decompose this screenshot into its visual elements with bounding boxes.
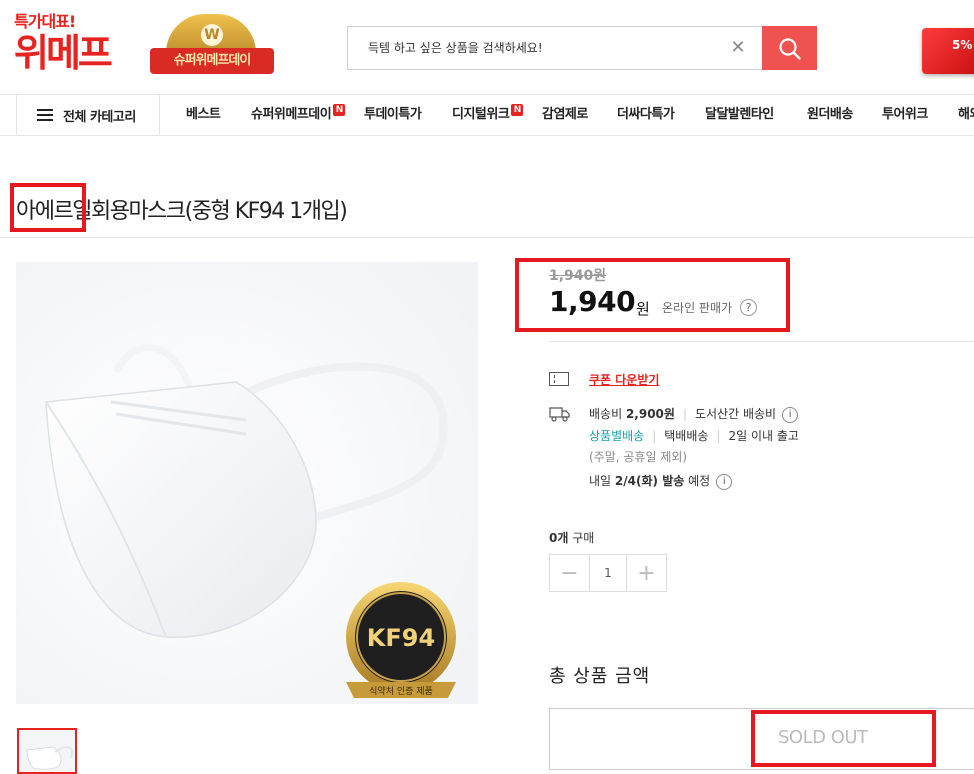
nav-item-infection-zero[interactable]: 감염제로	[542, 95, 588, 135]
search-input[interactable]	[348, 27, 728, 69]
all-categories-label: 전체 카테고리	[63, 109, 136, 125]
card-promo-banner[interactable]: 5%	[922, 28, 974, 74]
new-badge: N	[511, 104, 524, 116]
product-thumbnail[interactable]	[17, 728, 77, 774]
shipping-fee-line: 배송비 2,900원 | 도서산간 배송비 i	[589, 405, 799, 423]
hamburger-icon	[37, 109, 53, 121]
nav-item-label: 달달발렌타인	[705, 107, 774, 122]
coupon-icon	[549, 372, 569, 386]
search-button[interactable]	[762, 26, 817, 70]
info-icon[interactable]: i	[782, 406, 799, 423]
eta-suffix: 예정	[688, 474, 711, 488]
nav-item-today-deal[interactable]: 투데이특가	[364, 95, 422, 135]
nav-item-super-day[interactable]: 슈퍼위메프데이 N	[251, 95, 346, 135]
truck-icon	[549, 407, 570, 422]
close-icon[interactable]: ✕	[728, 38, 748, 58]
search-icon	[779, 38, 801, 60]
title-divider	[0, 237, 974, 238]
price-divider	[549, 341, 974, 342]
nav-item-digital-week[interactable]: 디지털위크 N	[452, 95, 524, 135]
bundle-shipping-link[interactable]: 상품별배송	[589, 429, 644, 443]
nav-item-label: 베스트	[186, 107, 221, 122]
quantity-value[interactable]: 1	[589, 555, 627, 591]
eta-prefix: 내일	[589, 474, 612, 488]
promo-badge-letter: W	[201, 24, 223, 46]
dispatch-time: 2일 이내 출고	[728, 429, 799, 443]
quantity-label: 0개 구매	[549, 529, 594, 546]
card-promo-text: 5%	[952, 38, 973, 52]
category-nav: 전체 카테고리 베스트 슈퍼위메프데이 N 투데이특가 디지털위크 N 감염제로 더…	[0, 94, 974, 136]
highlight-box	[751, 710, 936, 767]
quantity-count: 0개	[549, 531, 569, 545]
quantity-stepper: − 1 +	[549, 554, 667, 592]
nav-item-label: 감염제로	[542, 107, 588, 122]
nav-item-tour-week[interactable]: 투어위크	[882, 95, 928, 135]
nav-item-valentine[interactable]: 달달발렌타인	[705, 95, 774, 135]
shipping-method-line: 상품별배송 | 택배배송 | 2일 이내 출고	[589, 429, 799, 443]
plus-button[interactable]: +	[627, 555, 666, 591]
search-bar: ✕	[347, 26, 817, 70]
shipping-fee-label: 배송비	[589, 407, 623, 421]
minus-button[interactable]: −	[550, 555, 589, 591]
nav-item-best[interactable]: 베스트	[186, 95, 221, 135]
cert-caption: 식약처 인증 제품	[369, 685, 433, 697]
logo-brand: 위메프	[14, 31, 113, 75]
shipping-fee-value: 2,900원	[625, 407, 675, 421]
quantity-label-text: 구매	[572, 531, 595, 545]
estimated-dispatch-line: 내일 2/4(화) 발송 예정 i	[589, 472, 733, 490]
nav-item-cheaper-deal[interactable]: 더싸다특가	[617, 95, 675, 135]
nav-item-label: 디지털위크	[452, 107, 510, 122]
super-wemakeprice-day-badge[interactable]: W 슈퍼위메프데이	[146, 12, 276, 82]
total-price-label: 총 상품 금액	[549, 666, 651, 687]
nav-item-label: 원더배송	[807, 107, 853, 122]
island-fee-label: 도서산간 배송비	[695, 407, 777, 421]
mask-illustration: KF94 식약처 인증 제품	[16, 262, 478, 704]
nav-item-label: 투데이특가	[364, 107, 422, 122]
logo-slogan: 특가대표!	[14, 12, 76, 31]
highlight-box	[515, 258, 790, 332]
promo-badge-label: 슈퍼위메프데이	[150, 48, 274, 74]
delivery-method: 택배배송	[664, 429, 709, 443]
wemakeprice-logo[interactable]: 특가대표! 위메프	[14, 12, 134, 74]
highlight-box	[10, 183, 86, 232]
nav-item-overseas[interactable]: 해외	[958, 95, 974, 135]
eta-date: 2/4(화) 발송	[614, 474, 685, 488]
product-image: KF94 식약처 인증 제품	[16, 262, 478, 704]
new-badge: N	[333, 104, 346, 116]
coupon-download-link[interactable]: 쿠폰 다운받기	[589, 371, 659, 388]
shipping-note: (주말, 공휴일 제외)	[589, 450, 688, 464]
nav-item-label: 해외	[958, 107, 974, 122]
nav-item-label: 더싸다특가	[617, 107, 675, 122]
nav-item-label: 투어위크	[882, 107, 928, 122]
all-categories-button[interactable]: 전체 카테고리	[16, 95, 160, 135]
kf94-badge-text: KF94	[367, 624, 435, 652]
nav-item-label: 슈퍼위메프데이	[251, 107, 332, 122]
thumbnail-mask-icon	[19, 730, 75, 772]
nav-item-wonder-delivery[interactable]: 원더배송	[807, 95, 853, 135]
info-icon[interactable]: i	[716, 473, 733, 490]
